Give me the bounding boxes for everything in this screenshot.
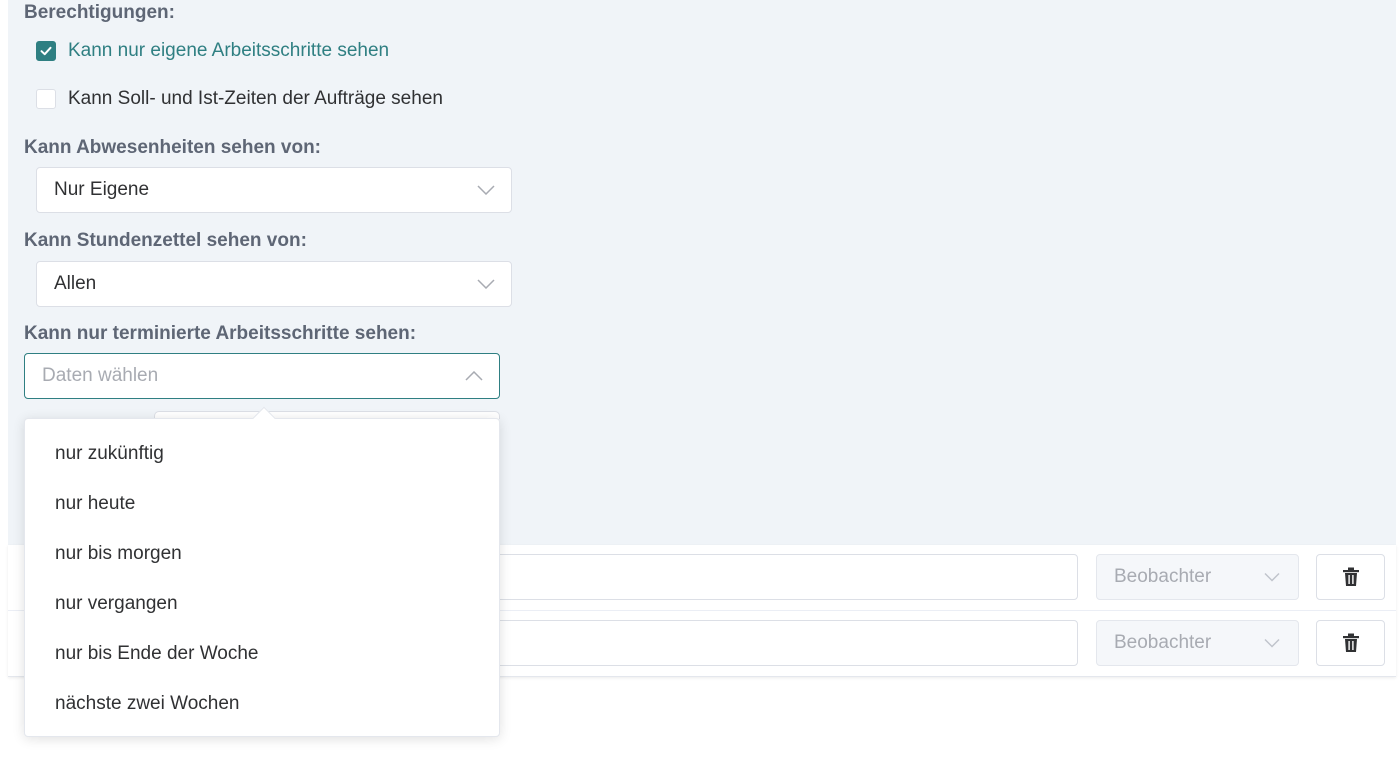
- member-name-input[interactable]: [408, 554, 1078, 600]
- timesheets-label: Kann Stundenzettel sehen von:: [24, 230, 307, 251]
- delete-button[interactable]: [1316, 620, 1385, 666]
- delete-button[interactable]: [1316, 554, 1385, 600]
- chevron-down-icon: [477, 279, 495, 289]
- checkbox-target-actual-times-label: Kann Soll- und Ist-Zeiten der Aufträge s…: [68, 88, 443, 109]
- checkbox-target-actual-times[interactable]: Kann Soll- und Ist-Zeiten der Aufträge s…: [36, 88, 443, 110]
- scheduled-steps-dropdown: nur zukünftig nur heute nur bis morgen n…: [24, 418, 500, 737]
- absences-selected-value: Nur Eigene: [54, 179, 150, 200]
- member-role-select[interactable]: Beobachter: [1096, 620, 1299, 666]
- dropdown-option-next-two-weeks[interactable]: nächste zwei Wochen: [25, 679, 499, 729]
- checkbox-own-steps-label: Kann nur eigene Arbeitsschritte sehen: [68, 40, 390, 61]
- trash-icon: [1342, 567, 1359, 586]
- chevron-down-icon: [1264, 638, 1280, 648]
- chevron-down-icon: [1264, 572, 1280, 582]
- timesheets-select[interactable]: Allen: [36, 261, 512, 307]
- trash-icon: [1342, 633, 1359, 652]
- absences-label: Kann Abwesenheiten sehen von:: [24, 137, 322, 158]
- dropdown-option-until-end-of-week[interactable]: nur bis Ende der Woche: [25, 629, 499, 679]
- member-name-input[interactable]: [408, 620, 1078, 666]
- member-role-value: Beobachter: [1114, 566, 1212, 587]
- timesheets-selected-value: Allen: [54, 273, 97, 294]
- member-role-value: Beobachter: [1114, 632, 1212, 653]
- dropdown-option-until-tomorrow[interactable]: nur bis morgen: [25, 529, 499, 579]
- dropdown-option-today-only[interactable]: nur heute: [25, 479, 499, 529]
- absences-select[interactable]: Nur Eigene: [36, 167, 512, 213]
- scheduled-steps-label: Kann nur terminierte Arbeitsschritte seh…: [24, 323, 417, 344]
- scheduled-steps-placeholder: Daten wählen: [42, 365, 159, 386]
- permissions-heading: Berechtigungen:: [24, 2, 175, 23]
- chevron-up-icon: [465, 371, 483, 381]
- member-role-select[interactable]: Beobachter: [1096, 554, 1299, 600]
- checkbox-own-steps[interactable]: Kann nur eigene Arbeitsschritte sehen: [36, 40, 389, 62]
- checkbox-unchecked-icon[interactable]: [36, 89, 56, 109]
- dropdown-option-past-only[interactable]: nur vergangen: [25, 579, 499, 629]
- checkbox-checked-icon[interactable]: [36, 41, 56, 61]
- scheduled-steps-select[interactable]: Daten wählen: [24, 353, 500, 399]
- chevron-down-icon: [477, 185, 495, 195]
- dropdown-option-future-only[interactable]: nur zukünftig: [25, 429, 499, 479]
